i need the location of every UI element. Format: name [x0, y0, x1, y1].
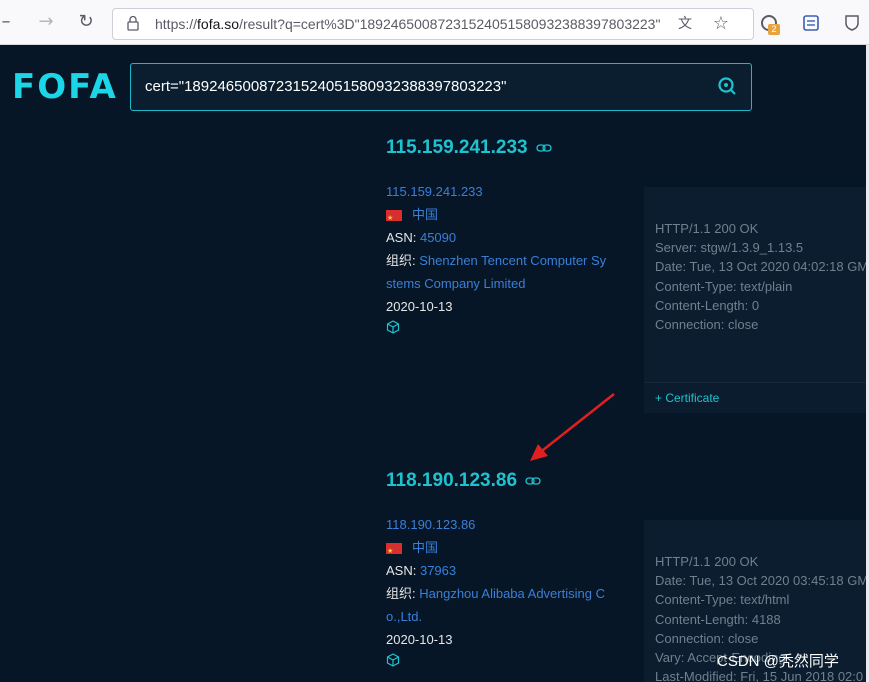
browser-toolbar: – → ↻ https://fofa.so/result?q=cert%3D"1…	[0, 0, 869, 45]
link-icon[interactable]	[535, 144, 552, 152]
org-link-continued[interactable]: stems Company Limited	[386, 272, 626, 295]
result-country[interactable]: 中国	[386, 203, 626, 230]
result-country[interactable]: 中国	[386, 536, 626, 563]
result-org: 组织: Shenzhen Tencent Computer Sy	[386, 253, 607, 268]
result-asn: ASN: 37963	[386, 563, 457, 578]
result-ip-title[interactable]: 118.190.123.86	[386, 470, 626, 492]
reader-view-icon[interactable]	[802, 14, 820, 32]
url-text[interactable]: https://fofa.so/result?q=cert%3D"1892465…	[155, 9, 665, 39]
org-link[interactable]: Shenzhen Tencent Computer Sy	[419, 253, 606, 268]
result-ip-link[interactable]: 118.190.123.86	[386, 513, 626, 536]
result-date: 2020-10-13	[386, 632, 453, 647]
result-date: 2020-10-13	[386, 299, 453, 314]
certificate-toggle[interactable]: + Certificate	[644, 382, 866, 413]
reload-icon[interactable]: ↻	[74, 10, 98, 34]
china-flag-icon	[386, 540, 402, 563]
forward-arrow-icon[interactable]: →	[34, 10, 58, 34]
cube-icon[interactable]	[386, 320, 400, 334]
result-item: 115.159.241.233 115.159.241.233 中国 ASN: …	[386, 137, 626, 341]
result-org: 组织: Hangzhou Alibaba Advertising C	[386, 586, 605, 601]
fofa-logo[interactable]: FOFA	[12, 67, 118, 107]
search-icon[interactable]	[717, 76, 737, 96]
fofa-page: FOFA cert="18924650087231524051580932388…	[0, 45, 866, 682]
asn-link[interactable]: 45090	[420, 230, 456, 245]
result-item: 118.190.123.86 118.190.123.86 中国 ASN: 37…	[386, 470, 626, 674]
lock-icon	[127, 15, 139, 31]
search-query[interactable]: cert="1892465008723152405158093238839780…	[145, 64, 506, 110]
search-input[interactable]: cert="1892465008723152405158093238839780…	[130, 63, 752, 111]
result-asn: ASN: 45090	[386, 230, 457, 245]
result-ip-title[interactable]: 115.159.241.233	[386, 137, 626, 159]
translate-icon[interactable]: 文	[673, 12, 697, 36]
http-response-panel: HTTP/1.1 200 OK Server: stgw/1.3.9_1.13.…	[644, 187, 866, 413]
china-flag-icon	[386, 207, 402, 230]
result-ip-link[interactable]: 115.159.241.233	[386, 180, 626, 203]
annotation-arrow	[530, 393, 615, 461]
shield-icon[interactable]	[844, 14, 860, 32]
http-response-lines: HTTP/1.1 200 OK Server: stgw/1.3.9_1.13.…	[655, 221, 866, 333]
asn-link[interactable]: 37963	[420, 563, 456, 578]
back-arrow-icon[interactable]: –	[0, 10, 18, 34]
org-link[interactable]: Hangzhou Alibaba Advertising C	[419, 586, 605, 601]
bookmark-star-icon[interactable]: ☆	[709, 12, 733, 36]
extension-badge: 2	[768, 24, 780, 35]
address-bar[interactable]: https://fofa.so/result?q=cert%3D"1892465…	[112, 8, 754, 40]
csdn-watermark: CSDN @秃然同学	[717, 653, 839, 670]
cube-icon[interactable]	[386, 653, 400, 667]
org-link-continued[interactable]: o.,Ltd.	[386, 605, 626, 628]
link-icon[interactable]	[525, 477, 541, 485]
